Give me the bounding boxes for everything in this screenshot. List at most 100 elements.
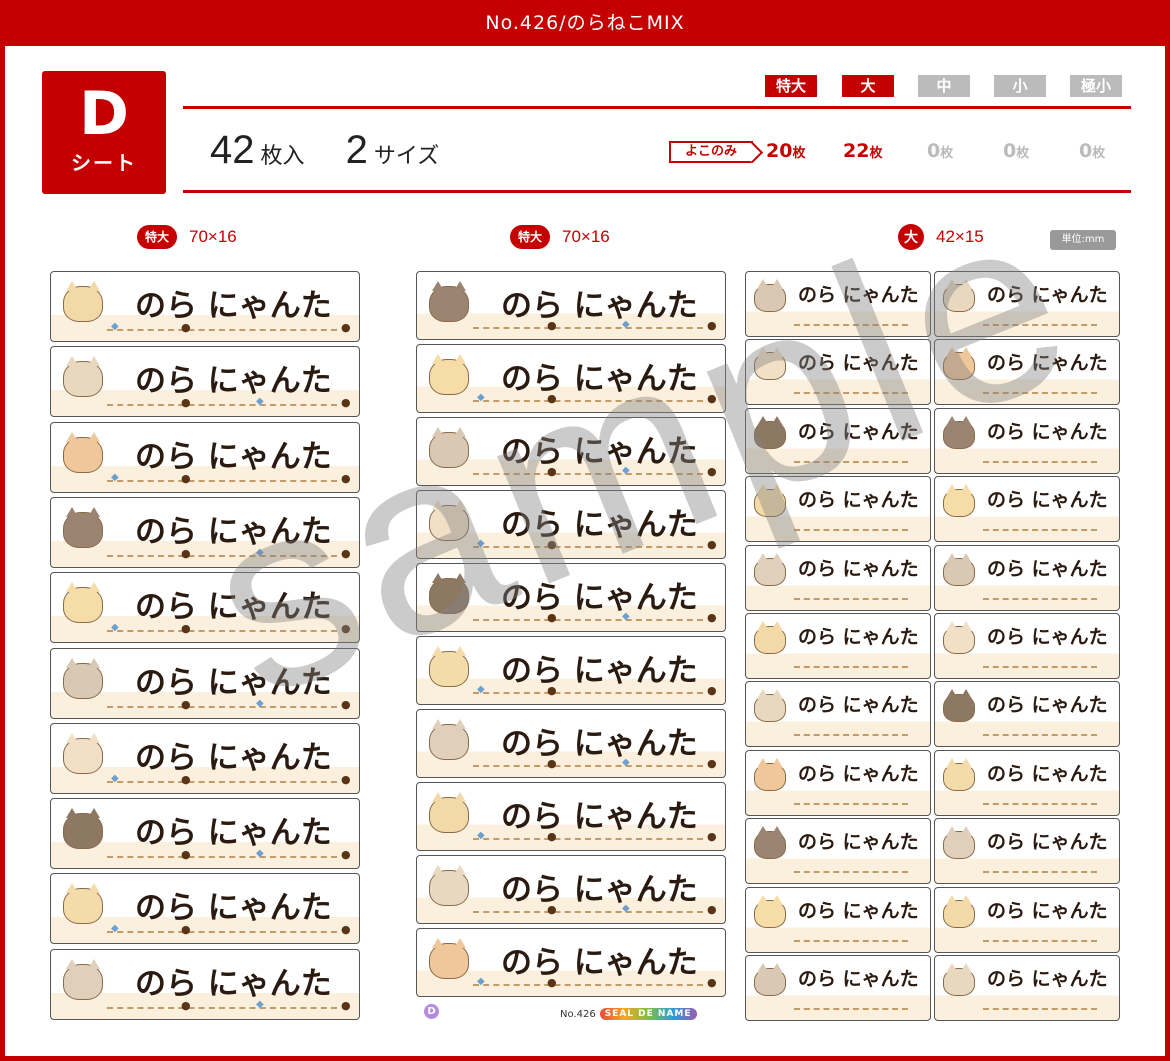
- cat-icon: [754, 826, 786, 860]
- size-tag: 中: [918, 75, 970, 97]
- paw-icon: ●: [181, 622, 191, 636]
- dashed-line: [107, 630, 337, 633]
- name-label: のら にゃんた ● ● ◆: [50, 873, 360, 945]
- column-header: 特大 70×16: [137, 224, 237, 250]
- label-name: のら にゃんた: [987, 762, 1108, 785]
- cat-icon: [943, 621, 975, 654]
- label-name: のら にゃんた: [135, 965, 332, 1002]
- name-label: のら にゃんた ● ● ◆: [416, 928, 726, 997]
- label-name: のら にゃんた: [798, 694, 919, 717]
- label-name: のら にゃんた: [135, 739, 332, 776]
- name-label: のら にゃんた ● ● ◆: [416, 271, 726, 340]
- paw-icon: ●: [181, 772, 191, 786]
- size-quantity: 22枚: [843, 140, 882, 162]
- paw-icon: ●: [181, 923, 191, 937]
- name-label: のら にゃんた: [934, 407, 1120, 474]
- sizes-unit: サイズ: [373, 143, 440, 168]
- label-name: のら にゃんた: [987, 831, 1108, 854]
- yoko-only-label: よこのみ: [669, 141, 753, 163]
- name-label: のら にゃんた: [745, 544, 931, 611]
- paw-icon: ●: [707, 684, 717, 697]
- sheet-badge: D シート: [42, 71, 166, 194]
- dashed-line: [473, 546, 703, 548]
- label-name: のら にゃんた: [987, 899, 1108, 922]
- cat-icon: [429, 938, 469, 979]
- dashed-line: [794, 939, 908, 942]
- label-name: のら にゃんた: [135, 288, 332, 324]
- paw-icon: ●: [181, 396, 191, 410]
- fish-icon: ◆: [622, 757, 630, 768]
- cat-icon: [754, 347, 786, 381]
- fish-icon: ◆: [477, 830, 485, 841]
- paw-icon: ●: [547, 319, 557, 332]
- name-label: のら にゃんた ● ● ◆: [416, 417, 726, 486]
- size-tag: 極小: [1070, 75, 1122, 97]
- name-label: のら にゃんた: [745, 407, 931, 474]
- label-name: のら にゃんた: [135, 438, 332, 475]
- label-name: のら にゃんた: [135, 363, 332, 400]
- label-name: のら にゃんた: [135, 664, 332, 701]
- label-name: のら にゃんた: [798, 762, 919, 785]
- cat-icon: [63, 958, 103, 1000]
- label-name: のら にゃんた: [501, 945, 698, 981]
- cat-icon: [429, 573, 469, 614]
- cat-icon: [63, 281, 103, 322]
- label-name: のら にゃんた: [798, 899, 919, 922]
- label-dimensions: 70×16: [562, 227, 610, 246]
- cat-icon: [754, 484, 786, 518]
- name-label: のら にゃんた: [745, 886, 931, 953]
- label-name: のら にゃんた: [135, 890, 332, 927]
- size-tag: 大: [842, 75, 894, 97]
- fish-icon: ◆: [477, 684, 485, 695]
- sheet-letter: D: [79, 79, 129, 149]
- size-tag: 特大: [765, 75, 817, 97]
- cat-icon: [429, 354, 469, 395]
- footer-sheet-mark: D: [424, 1004, 439, 1019]
- paw-icon: ●: [707, 611, 717, 624]
- fish-icon: ◆: [622, 611, 630, 622]
- size-quantity: 0枚: [927, 140, 953, 162]
- dashed-line: [983, 871, 1097, 874]
- page-title: No.426/のらねこMIX: [0, 0, 1170, 46]
- size-quantity: 0枚: [1003, 140, 1029, 162]
- unit-label: 単位:mm: [1050, 230, 1116, 250]
- quantity-value: 20: [766, 140, 793, 162]
- dashed-line: [107, 329, 337, 331]
- paw-icon: ●: [707, 319, 717, 332]
- name-label: のら にゃんた ● ● ◆: [416, 344, 726, 413]
- name-label: のら にゃんた: [934, 339, 1120, 406]
- name-label: のら にゃんた ● ● ◆: [416, 782, 726, 851]
- paw-icon: ●: [181, 546, 191, 560]
- dashed-line: [983, 734, 1097, 737]
- name-label: のら にゃんた: [934, 613, 1120, 679]
- cat-icon: [63, 808, 103, 850]
- paw-icon: ●: [341, 396, 351, 410]
- name-label: のら にゃんた: [745, 339, 931, 406]
- paw-icon: ●: [547, 465, 557, 478]
- label-name: のら にゃんた: [501, 434, 698, 470]
- cat-icon: [754, 279, 786, 312]
- dashed-line: [107, 856, 337, 859]
- cat-icon: [429, 792, 469, 833]
- paw-icon: ●: [181, 697, 191, 711]
- size-tag: 小: [994, 75, 1046, 97]
- dashed-line: [473, 765, 703, 767]
- label-name: のら にゃんた: [501, 361, 698, 397]
- dashed-line: [473, 911, 703, 913]
- column-header: 大 42×15: [898, 224, 984, 250]
- cat-icon: [754, 689, 786, 723]
- cat-icon: [943, 826, 975, 860]
- label-name: のら にゃんた: [501, 288, 698, 324]
- count-unit: 枚入: [260, 143, 305, 168]
- cat-icon: [63, 657, 103, 699]
- name-label: のら にゃんた ● ● ◆: [50, 271, 360, 342]
- dashed-line: [983, 802, 1097, 805]
- name-label: のら にゃんた ● ● ◆: [50, 572, 360, 644]
- fish-icon: ◆: [111, 923, 119, 935]
- dashed-line: [473, 400, 703, 402]
- name-label: のら にゃんた: [745, 818, 931, 885]
- fish-icon: ◆: [111, 471, 119, 483]
- paw-icon: ●: [707, 538, 717, 551]
- dashed-line: [794, 666, 908, 668]
- quantity-unit: 枚: [869, 146, 883, 161]
